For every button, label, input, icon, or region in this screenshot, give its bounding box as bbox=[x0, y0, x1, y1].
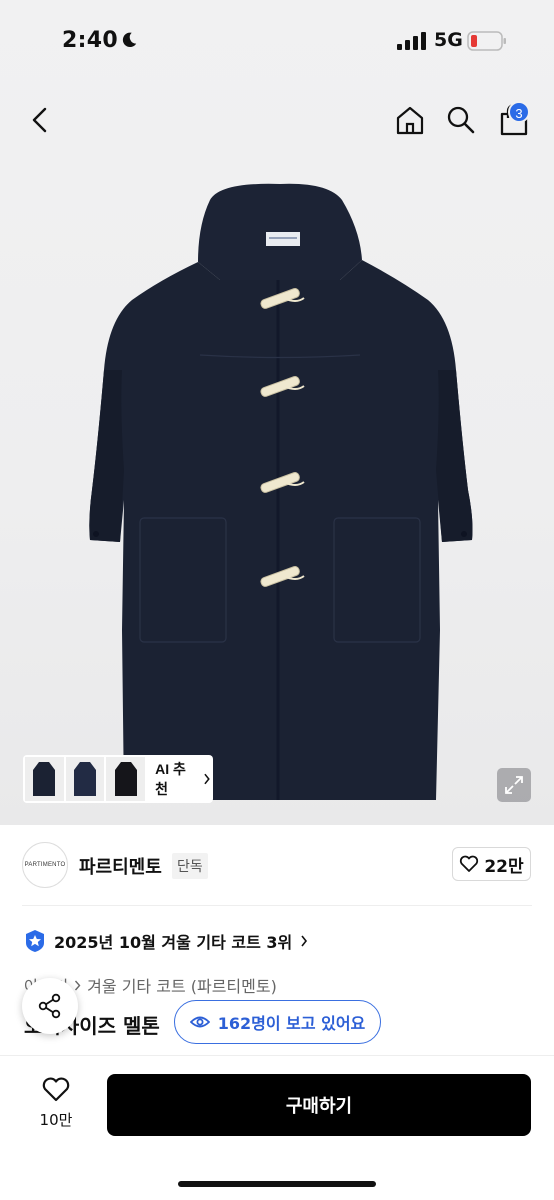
thumbnail-item[interactable] bbox=[106, 757, 146, 801]
product-hero: 2:40 5G 3 AI 추천 bbox=[0, 0, 554, 825]
ai-recommend-label: AI 추천 bbox=[155, 761, 186, 797]
seller-logo[interactable]: PARTIMENTO bbox=[22, 842, 68, 888]
home-indicator bbox=[178, 1181, 376, 1187]
viewers-badge: 162명이 보고 있어요 bbox=[174, 1000, 381, 1044]
signal-icon bbox=[397, 32, 426, 50]
chevron-left-icon bbox=[32, 107, 47, 133]
exclusive-tag: 단독 bbox=[172, 853, 208, 879]
breadcrumb-current[interactable]: 겨울 기타 코트 (파르티멘토) bbox=[87, 973, 277, 997]
home-button[interactable] bbox=[390, 100, 430, 140]
search-button[interactable] bbox=[442, 100, 480, 140]
seller-name[interactable]: 파르티멘토 bbox=[79, 853, 162, 879]
ranking-text: 2025년 10월 겨울 기타 코트 3위 bbox=[54, 933, 293, 952]
battery-icon bbox=[467, 31, 506, 51]
divider bbox=[22, 905, 532, 906]
ranking-link[interactable]: 2025년 10월 겨울 기타 코트 3위 bbox=[24, 928, 308, 954]
favorite-button[interactable]: 10만 bbox=[30, 1076, 82, 1140]
star-badge-icon bbox=[26, 930, 44, 952]
share-button[interactable] bbox=[22, 978, 78, 1034]
share-icon bbox=[38, 993, 61, 1019]
fullscreen-button[interactable] bbox=[497, 768, 531, 802]
bottom-action-bar: 10만 구매하기 bbox=[0, 1055, 554, 1200]
network-label: 5G bbox=[434, 29, 463, 51]
seller-like-count: 22만 bbox=[484, 856, 524, 877]
search-icon bbox=[447, 106, 475, 134]
back-button[interactable] bbox=[22, 100, 58, 140]
status-bar: 2:40 5G bbox=[0, 0, 554, 84]
viewers-text: 162명이 보고 있어요 bbox=[217, 1014, 366, 1033]
product-image[interactable] bbox=[70, 170, 490, 810]
thumbnail-strip: AI 추천 bbox=[23, 755, 213, 803]
thumbnail-item[interactable] bbox=[65, 757, 105, 801]
ai-recommend-button[interactable]: AI 추천 bbox=[155, 759, 211, 799]
chevron-right-icon bbox=[301, 935, 308, 947]
thumbnail-item[interactable] bbox=[25, 757, 64, 801]
home-icon bbox=[396, 106, 424, 135]
chevron-right-icon bbox=[75, 980, 81, 990]
coat-thumbnail-icon bbox=[114, 762, 137, 796]
coat-thumbnail-icon bbox=[33, 762, 56, 796]
eye-icon bbox=[189, 1016, 210, 1028]
favorite-count: 10만 bbox=[39, 1111, 73, 1129]
moon-icon bbox=[122, 32, 137, 48]
heart-icon bbox=[42, 1077, 70, 1102]
heart-icon bbox=[460, 855, 479, 872]
cart-count-badge: 3 bbox=[508, 101, 530, 123]
seller-row: PARTIMENTO 파르티멘토 단독 22만 bbox=[22, 840, 534, 888]
status-time: 2:40 bbox=[62, 28, 118, 53]
chevron-right-icon bbox=[204, 773, 211, 785]
expand-icon bbox=[505, 776, 523, 794]
buy-button[interactable]: 구매하기 bbox=[107, 1074, 531, 1136]
seller-like-button[interactable]: 22만 bbox=[452, 847, 531, 881]
coat-thumbnail-icon bbox=[74, 762, 97, 796]
